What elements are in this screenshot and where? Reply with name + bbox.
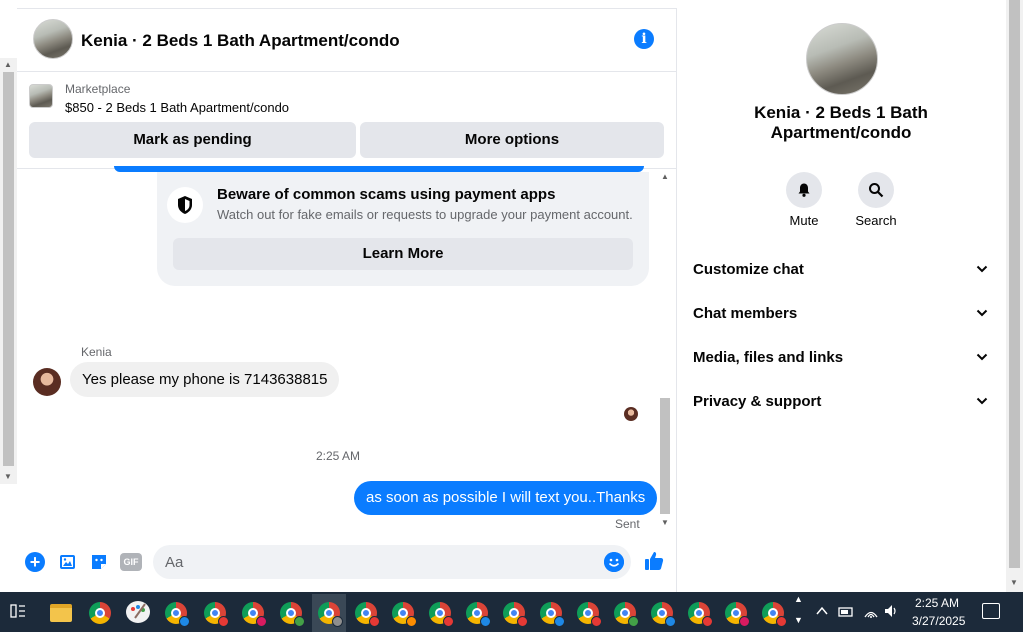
conversation-avatar[interactable] (33, 19, 73, 59)
gif-icon[interactable]: GIF (120, 553, 142, 571)
chrome-profile-icon[interactable] (688, 602, 713, 627)
scrollbar-thumb[interactable] (3, 72, 14, 466)
chrome-profile-icon[interactable] (503, 602, 528, 627)
chevron-down-icon (976, 394, 988, 408)
scroll-down-arrow-icon[interactable]: ▼ (4, 472, 12, 481)
scam-warning-description: Watch out for fake emails or requests to… (217, 207, 633, 222)
messages-scrollbar[interactable]: ▲ ▼ (658, 170, 672, 530)
chrome-profile-icon[interactable] (318, 602, 343, 627)
chevron-down-icon (976, 306, 988, 320)
scroll-up-arrow-icon[interactable]: ▲ (4, 60, 12, 69)
sticker-icon[interactable] (89, 552, 109, 572)
chrome-icon[interactable] (89, 602, 111, 624)
page-scrollbar-right[interactable]: ▼ (1006, 0, 1023, 592)
listing-title[interactable]: $850 - 2 Beds 1 Bath Apartment/condo (65, 100, 289, 115)
paint-icon[interactable] (126, 601, 150, 623)
chrome-profile-icon[interactable] (540, 602, 565, 627)
chrome-profile-icon[interactable] (577, 602, 602, 627)
bell-icon (798, 183, 810, 197)
search-button[interactable] (858, 172, 894, 208)
panel-divider (676, 8, 677, 592)
shield-icon (167, 187, 203, 223)
chrome-profile-icon[interactable] (429, 602, 454, 627)
chrome-profile-icon[interactable] (280, 602, 305, 627)
sender-avatar[interactable] (33, 368, 61, 396)
mute-button[interactable] (786, 172, 822, 208)
taskbar-clock-date[interactable]: 3/27/2025 (912, 614, 965, 628)
chrome-profile-icon[interactable] (725, 602, 750, 627)
outgoing-message-bubble[interactable]: as soon as possible I will text you..Tha… (354, 481, 658, 515)
chrome-profile-icon[interactable] (614, 602, 639, 627)
info-icon[interactable]: i (634, 29, 654, 49)
side-panel-avatar[interactable] (806, 23, 878, 95)
read-receipt-avatar (624, 407, 638, 421)
search-label: Search (855, 213, 897, 228)
chat-header: Kenia · 2 Beds 1 Bath Apartment/condo i (17, 8, 676, 72)
chrome-profile-icon[interactable] (204, 602, 229, 627)
section-label: Chat members (693, 304, 798, 322)
conversation-title[interactable]: Kenia · 2 Beds 1 Bath Apartment/condo (81, 31, 400, 51)
message-input[interactable] (153, 545, 631, 579)
customize-chat-section[interactable]: Customize chat (693, 257, 993, 281)
notification-center-icon[interactable] (982, 603, 1000, 619)
chrome-profile-icon[interactable] (242, 602, 267, 627)
thumbs-up-icon[interactable] (643, 550, 665, 578)
chrome-profile-icon[interactable] (165, 602, 190, 627)
mark-as-pending-button[interactable]: Mark as pending (29, 122, 356, 158)
incoming-message-bubble[interactable]: Yes please my phone is 7143638815 (70, 362, 340, 397)
chevron-down-icon (976, 350, 988, 364)
file-explorer-icon[interactable] (50, 604, 72, 622)
chrome-profile-icon[interactable] (762, 602, 787, 627)
side-panel-title: Kenia · 2 Beds 1 Bath Apartment/condo (754, 103, 928, 142)
page-scrollbar-left[interactable]: ▲ ▼ (0, 58, 17, 484)
taskbar-scroll-arrows[interactable]: ▲ ▼ (794, 592, 808, 632)
photo-icon[interactable] (58, 552, 78, 572)
scrollbar-thumb[interactable] (660, 398, 670, 514)
mute-label: Mute (789, 213, 819, 228)
taskbar-clock-time[interactable]: 2:25 AM (915, 596, 959, 610)
section-label: Privacy & support (693, 392, 822, 410)
plus-icon[interactable]: + (25, 552, 45, 572)
message-status: Sent (615, 517, 640, 531)
scrollbar-thumb[interactable] (1009, 0, 1020, 568)
chrome-profile-icon[interactable] (651, 602, 676, 627)
chrome-profile-icon[interactable] (355, 602, 380, 627)
scam-warning-title: Beware of common scams using payment app… (217, 186, 556, 203)
search-icon (869, 183, 884, 198)
sender-name: Kenia (81, 345, 112, 359)
section-label: Media, files and links (693, 348, 844, 366)
scroll-up-arrow-icon[interactable]: ▲ (661, 172, 669, 181)
message-timestamp: 2:25 AM (316, 449, 361, 463)
media-files-links-section[interactable]: Media, files and links (693, 345, 993, 369)
scroll-down-arrow-icon[interactable]: ▼ (661, 518, 669, 527)
privacy-support-section[interactable]: Privacy & support (693, 389, 993, 413)
task-view-icon[interactable] (10, 603, 26, 619)
system-tray-icons[interactable] (815, 602, 905, 623)
chrome-profile-icon[interactable] (392, 602, 417, 627)
learn-more-button[interactable]: Learn More (173, 238, 633, 270)
chat-members-section[interactable]: Chat members (693, 301, 993, 325)
scroll-down-arrow-icon[interactable]: ▼ (1010, 578, 1018, 587)
marketplace-label: Marketplace (65, 82, 131, 96)
listing-thumbnail[interactable] (29, 84, 53, 108)
section-label: Customize chat (693, 260, 804, 278)
chrome-profile-icon[interactable] (466, 602, 491, 627)
emoji-icon[interactable] (604, 552, 624, 572)
more-options-button[interactable]: More options (360, 122, 664, 158)
chevron-down-icon (976, 262, 988, 276)
